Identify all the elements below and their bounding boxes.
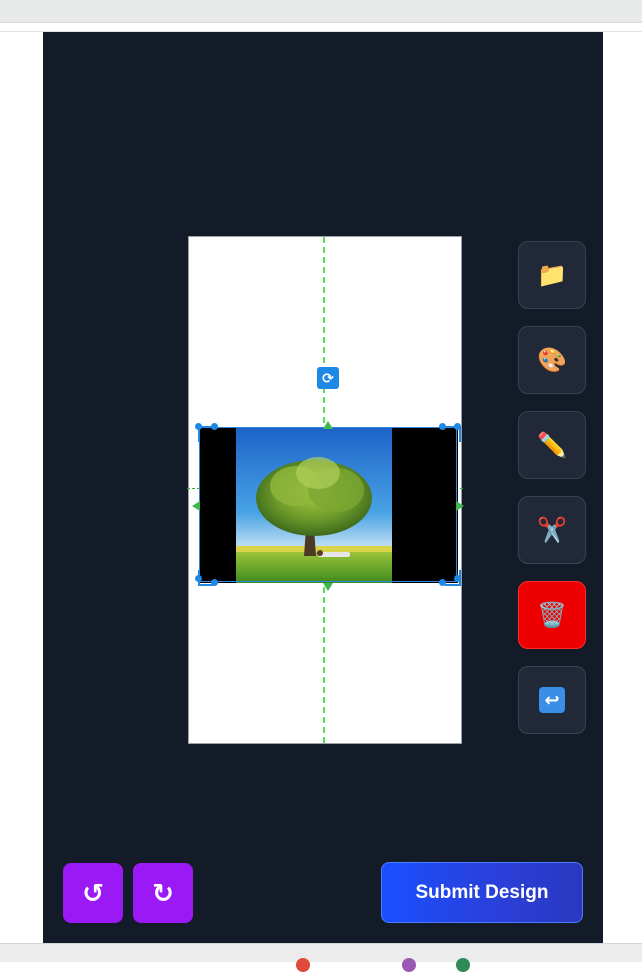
scale-arrow-top[interactable] xyxy=(323,421,333,429)
taskbar-app-icon[interactable] xyxy=(402,958,416,972)
taskbar-app-icon[interactable] xyxy=(456,958,470,972)
taskbar-app-icon[interactable] xyxy=(296,958,310,972)
submit-design-button[interactable]: Submit Design xyxy=(381,862,583,923)
trash-icon: 🗑️ xyxy=(537,601,567,629)
delete-button[interactable]: 🗑️ xyxy=(518,581,586,649)
design-editor: ⟳ 📁 🎨 ✏️ ✂️ 🗑️ ↩ ↺ ↻ Submit Design xyxy=(43,32,603,943)
design-canvas[interactable]: ⟳ xyxy=(187,236,464,744)
browser-top-bar xyxy=(0,0,642,23)
redo-icon: ↻ xyxy=(152,877,174,908)
corner-handle[interactable] xyxy=(439,579,446,586)
undo-icon: ↺ xyxy=(82,877,104,908)
scissors-icon: ✂️ xyxy=(537,516,567,544)
page-header-strip xyxy=(0,23,642,32)
folder-icon: 📁 xyxy=(537,261,567,289)
color-palette-button[interactable]: 🎨 xyxy=(518,326,586,394)
scale-arrow-right[interactable] xyxy=(456,501,464,511)
return-icon: ↩ xyxy=(539,687,565,713)
corner-handle[interactable] xyxy=(454,575,461,582)
crop-button[interactable]: ✂️ xyxy=(518,496,586,564)
selection-box xyxy=(199,427,457,582)
os-taskbar xyxy=(0,943,642,972)
back-button[interactable]: ↩ xyxy=(518,666,586,734)
draw-button[interactable]: ✏️ xyxy=(518,411,586,479)
corner-handle[interactable] xyxy=(211,579,218,586)
corner-handle[interactable] xyxy=(439,423,446,430)
undo-button[interactable]: ↺ xyxy=(63,863,123,923)
scale-arrow-left[interactable] xyxy=(192,501,200,511)
submit-design-label: Submit Design xyxy=(415,881,549,903)
scale-arrow-bottom[interactable] xyxy=(323,583,333,591)
palette-icon: 🎨 xyxy=(537,346,567,374)
corner-handle[interactable] xyxy=(195,423,202,430)
corner-handle[interactable] xyxy=(195,575,202,582)
rotate-handle[interactable]: ⟳ xyxy=(317,367,339,389)
corner-handle[interactable] xyxy=(211,423,218,430)
pencil-icon: ✏️ xyxy=(537,431,567,459)
rotate-icon: ⟳ xyxy=(322,370,334,386)
open-files-button[interactable]: 📁 xyxy=(518,241,586,309)
redo-button[interactable]: ↻ xyxy=(133,863,193,923)
corner-handle[interactable] xyxy=(454,423,461,430)
